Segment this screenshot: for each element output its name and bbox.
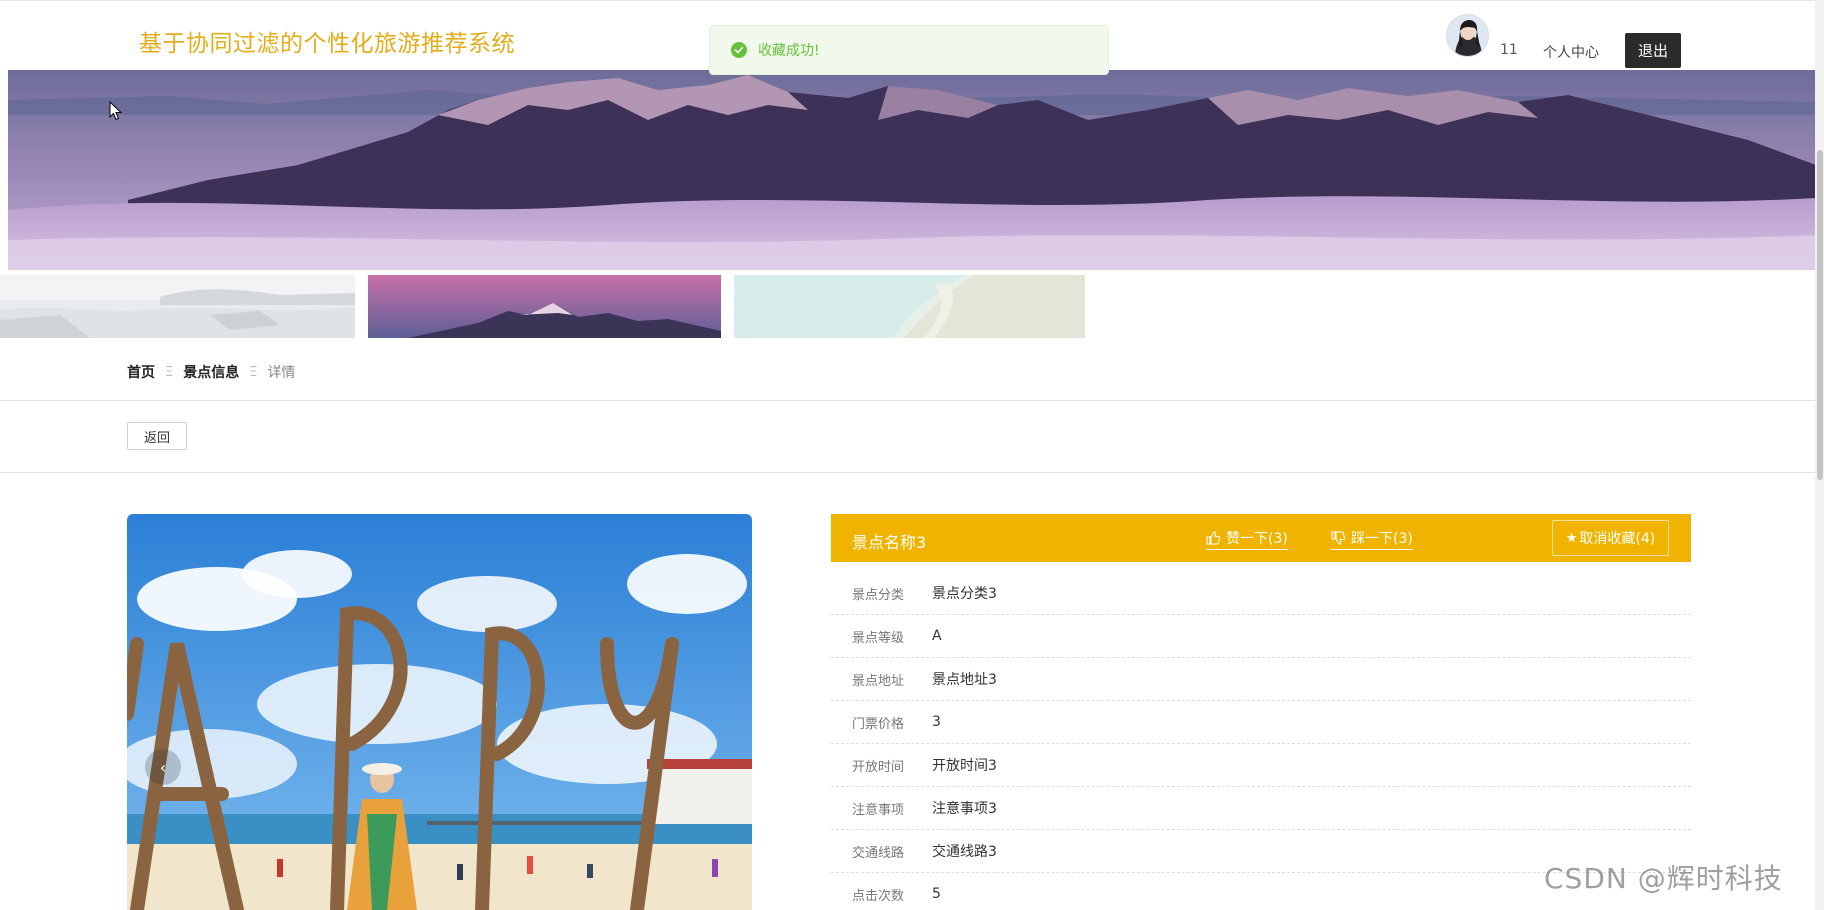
breadcrumb-section[interactable]: 景点信息 (183, 362, 239, 382)
thumbs-up-icon (1206, 531, 1220, 545)
info-label: 注意事项 (852, 802, 905, 818)
info-label: 开放时间 (852, 759, 905, 775)
breadcrumb-separator: Ξ (249, 364, 258, 380)
info-row-grade: 景点等级 A (831, 615, 1691, 658)
back-button[interactable]: 返回 (127, 422, 187, 450)
mountain-thumbnail-image (368, 275, 721, 338)
info-value: 3 (932, 714, 941, 730)
toast-message: 收藏成功! (758, 43, 820, 59)
carousel-prev-button[interactable]: ‹ (145, 749, 181, 785)
breadcrumb-separator: Ξ (165, 364, 174, 380)
info-value: A (932, 628, 942, 644)
info-label: 景点分类 (852, 587, 905, 603)
info-label: 交通线路 (852, 845, 905, 861)
mouse-cursor-icon (109, 101, 123, 121)
unfavorite-button[interactable]: ★ 取消收藏(4) (1552, 520, 1669, 556)
breadcrumb: 首页 Ξ 景点信息 Ξ 详情 (127, 362, 295, 382)
avatar[interactable] (1446, 14, 1489, 57)
logout-button[interactable]: 退出 (1625, 33, 1681, 68)
thumbs-down-icon (1331, 531, 1345, 545)
info-value: 景点分类3 (932, 586, 997, 602)
info-label: 点击次数 (852, 888, 905, 904)
info-value: 交通线路3 (932, 844, 997, 860)
check-icon (734, 46, 744, 54)
favorite-label: 取消收藏(4) (1579, 531, 1656, 547)
like-button[interactable]: 赞一下(3) (1206, 528, 1288, 550)
dislike-label: 踩一下(3) (1351, 531, 1413, 547)
thumbnail-island[interactable] (734, 275, 1085, 338)
username: 11 (1500, 42, 1518, 58)
info-row-opening-hours: 开放时间 开放时间3 (831, 744, 1691, 787)
info-row-ticket-price: 门票价格 3 (831, 701, 1691, 744)
island-thumbnail-image (734, 275, 1085, 338)
attraction-photo-carousel[interactable]: ‹ (127, 514, 752, 910)
page: 基于协同过滤的个性化旅游推荐系统 11 个人中心 退出 首页 Ξ 景点信息 Ξ … (0, 0, 1824, 910)
thumbnail-coast[interactable] (0, 275, 355, 338)
star-icon: ★ (1565, 530, 1578, 546)
watermark: CSDN @辉时科技 (1544, 862, 1783, 895)
info-value: 景点地址3 (932, 672, 997, 688)
breadcrumb-home[interactable]: 首页 (127, 362, 155, 382)
info-label: 门票价格 (852, 716, 905, 732)
info-value: 5 (932, 886, 941, 902)
coast-thumbnail-image (0, 275, 355, 338)
avatar-image (1447, 15, 1488, 56)
info-label: 景点等级 (852, 630, 905, 646)
thumbnail-mountain[interactable] (368, 275, 721, 338)
dislike-button[interactable]: 踩一下(3) (1331, 528, 1413, 550)
personal-center-link[interactable]: 个人中心 (1543, 42, 1599, 62)
info-label: 景点地址 (852, 673, 905, 689)
divider (0, 400, 1824, 401)
success-toast: 收藏成功! (709, 25, 1109, 75)
page-scrollbar-thumb[interactable] (1817, 150, 1823, 480)
divider (0, 472, 1824, 473)
info-row-address: 景点地址 景点地址3 (831, 658, 1691, 701)
mountain-banner-image (8, 70, 1816, 270)
attraction-name: 景点名称3 (852, 533, 927, 552)
info-row-category: 景点分类 景点分类3 (831, 572, 1691, 615)
breadcrumb-current: 详情 (267, 365, 296, 381)
beach-photo (127, 514, 752, 910)
info-value: 注意事项3 (932, 801, 997, 817)
attraction-detail-header: 景点名称3 赞一下(3) 踩一下(3) ★ 取消收藏(4) (831, 514, 1691, 562)
like-label: 赞一下(3) (1226, 531, 1288, 547)
top-border (0, 0, 1824, 4)
check-circle-icon (731, 42, 747, 58)
info-value: 开放时间3 (932, 758, 997, 774)
site-title[interactable]: 基于协同过滤的个性化旅游推荐系统 (139, 24, 515, 58)
hero-banner (8, 70, 1816, 270)
info-row-notes: 注意事项 注意事项3 (831, 787, 1691, 830)
